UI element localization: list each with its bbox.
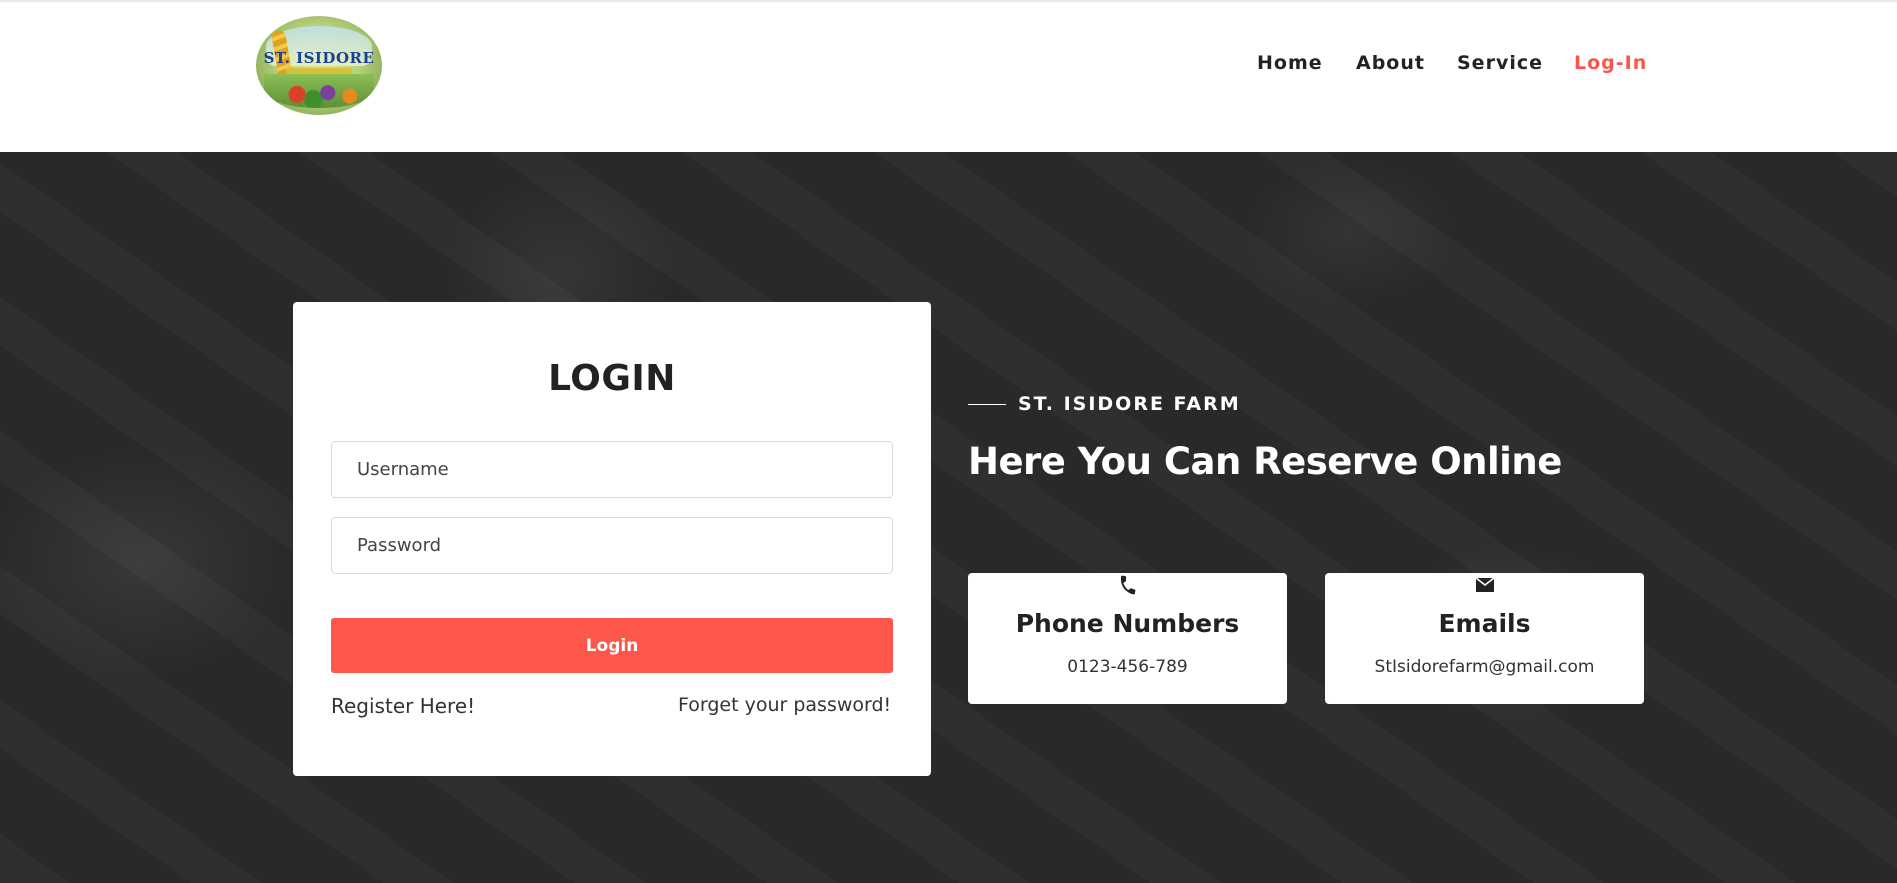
envelope-icon [1325, 573, 1644, 597]
register-link[interactable]: Register Here! [331, 694, 475, 718]
login-card: LOGIN Login Register Here! Forget your p… [293, 302, 931, 776]
email-title: Emails [1438, 609, 1531, 638]
hero-section [0, 152, 1897, 883]
phone-card: Phone Numbers 0123-456-789 [968, 573, 1287, 704]
top-border [0, 0, 1897, 2]
phone-icon [968, 573, 1287, 597]
kicker-divider [968, 404, 1006, 405]
hero-kicker: ST. ISIDORE FARM [1018, 393, 1241, 415]
phone-title: Phone Numbers [1015, 609, 1240, 638]
nav-home-link[interactable]: Home [1257, 52, 1323, 74]
username-input[interactable] [331, 441, 893, 498]
login-title: LOGIN [548, 358, 676, 399]
hero-headline: Here You Can Reserve Online [968, 440, 1562, 483]
nav-login-link[interactable]: Log-In [1574, 52, 1647, 74]
nav-about-link[interactable]: About [1356, 52, 1425, 74]
password-input[interactable] [331, 517, 893, 574]
nav-service-link[interactable]: Service [1457, 52, 1543, 74]
site-header: ST. ISIDORE Home About Service Log-In [0, 0, 1897, 152]
email-value: StIsidorefarm@gmail.com [1374, 657, 1595, 677]
main-nav: Home About Service Log-In [0, 52, 1897, 82]
forgot-password-link[interactable]: Forget your password! [678, 694, 891, 716]
phone-value: 0123-456-789 [1067, 657, 1188, 677]
email-card: Emails StIsidorefarm@gmail.com [1325, 573, 1644, 704]
login-button[interactable]: Login [331, 618, 893, 673]
